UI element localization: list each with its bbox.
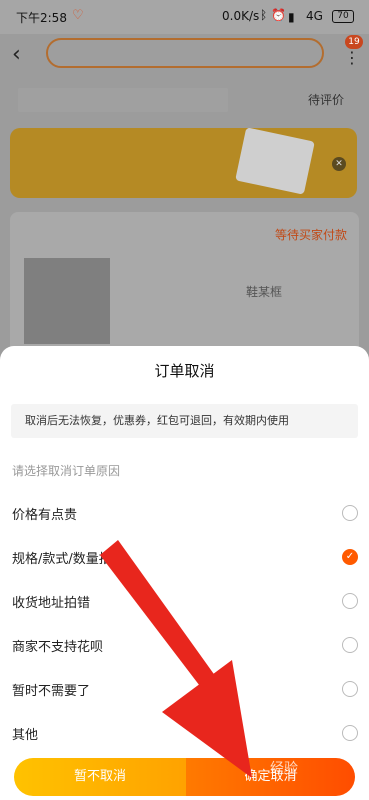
bluetooth-icon: ᛒ <box>260 8 268 22</box>
promo-banner: ✕ <box>10 127 357 198</box>
back-arrow-icon[interactable]: ‹ <box>12 42 21 67</box>
radio-button-checked[interactable]: ✓ <box>342 549 358 565</box>
radio-button[interactable] <box>342 637 358 653</box>
more-icon[interactable]: ⋮ <box>344 50 360 66</box>
heart-icon: ♡ <box>72 8 84 23</box>
radio-button[interactable] <box>342 681 358 697</box>
receipt-icon <box>235 127 315 195</box>
message-badge: 19 <box>345 35 363 49</box>
radio-button[interactable] <box>342 505 358 521</box>
blurred-tabs <box>18 88 228 112</box>
reason-label: 收货地址拍错 <box>12 596 91 611</box>
product-thumbnail <box>24 258 110 344</box>
battery-icon: 70 <box>332 10 354 23</box>
reason-option[interactable]: 收货地址拍错 <box>0 583 369 619</box>
radio-button[interactable] <box>342 725 358 741</box>
sheet-title: 订单取消 <box>154 362 215 380</box>
status-time: 下午2:58 <box>16 11 67 25</box>
reason-label: 规格/款式/数量拍错 <box>12 552 125 567</box>
reason-label: 其他 <box>12 728 39 743</box>
signal-icon: ▮ <box>288 10 295 24</box>
tab-review[interactable]: 待评价 <box>308 91 344 108</box>
order-status: 等待买家付款 <box>274 228 347 242</box>
watermark: 经验 <box>270 761 298 777</box>
reason-label: 暂时不需要了 <box>12 684 91 699</box>
reason-label: 价格有点贵 <box>12 508 78 523</box>
reason-option[interactable]: 规格/款式/数量拍错 ✓ <box>0 539 369 575</box>
reason-option[interactable]: 暂时不需要了 <box>0 671 369 707</box>
network-type: 4G <box>306 9 323 23</box>
action-buttons: 暂不取消 确定取消 <box>14 758 355 796</box>
close-icon[interactable]: ✕ <box>332 157 346 171</box>
status-bar: 下午2:58 ♡ 0.0K/s ᛒ ⏰ ▮ 4G 70 <box>0 0 369 34</box>
reason-option[interactable]: 价格有点贵 <box>0 495 369 531</box>
order-card: 等待买家付款 鞋某框 <box>10 212 359 362</box>
cancel-order-sheet: 订单取消 取消后无法恢复，优惠券，红包可退回，有效期内使用 请选择取消订单原因 … <box>0 346 369 800</box>
radio-button[interactable] <box>342 593 358 609</box>
reason-hint: 请选择取消订单原因 <box>12 464 121 478</box>
reason-option[interactable]: 其他 <box>0 715 369 751</box>
reason-option[interactable]: 商家不支持花呗 <box>0 627 369 663</box>
keep-order-button[interactable]: 暂不取消 <box>14 758 186 796</box>
alarm-icon: ⏰ <box>271 8 286 22</box>
reason-label: 商家不支持花呗 <box>12 640 104 655</box>
cancel-notice: 取消后无法恢复，优惠券，红包可退回，有效期内使用 <box>11 404 358 438</box>
search-bar[interactable] <box>46 38 324 68</box>
product-tag: 鞋某框 <box>246 285 283 299</box>
network-speed: 0.0K/s <box>222 9 260 23</box>
